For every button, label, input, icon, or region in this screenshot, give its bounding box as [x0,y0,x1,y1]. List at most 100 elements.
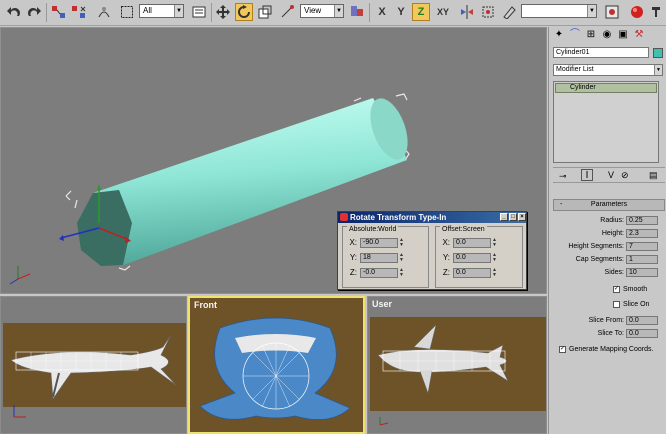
radius-field[interactable]: 0.25 [626,215,658,225]
abs-y-field[interactable]: 18 [360,252,398,263]
undo-icon[interactable] [6,3,22,21]
off-y-spinner[interactable]: ▲ ▼ [492,252,497,263]
off-x-spinner[interactable]: ▲ ▼ [492,237,497,248]
display-tab-icon[interactable]: ▣ [616,28,630,42]
selection-filter-value: All [143,6,152,15]
create-tab-icon[interactable]: ✦ [552,28,566,42]
rotate-transform-type-in-dialog[interactable]: Rotate Transform Type-In _ □ × Absolute:… [337,211,527,290]
parameters-rollout-title: Parameters [590,201,628,208]
off-z-field[interactable]: 0.0 [453,267,491,278]
dialog-title: Rotate Transform Type-In [350,213,447,222]
configure-modifier-sets-icon[interactable]: ▤ [649,170,658,181]
modify-tab-icon[interactable]: ⌒ [568,28,582,42]
chevron-down-icon: ▼ [174,5,183,17]
absolute-world-group: Absolute:World X: -90.0 ▲ ▼ Y: 18 ▲ ▼ Z: -… [342,226,429,288]
slice-to-field[interactable]: 0.0 [626,328,658,338]
max-app-icon [340,213,348,221]
off-x-field[interactable]: 0.0 [453,237,491,248]
restrict-z-button[interactable]: Z [412,3,430,21]
stack-item-cylinder[interactable]: Cylinder [555,83,657,93]
off-y-field[interactable]: 0.0 [453,252,491,263]
select-and-link-icon[interactable] [50,3,68,21]
unlink-selection-icon[interactable] [70,3,88,21]
motion-tab-icon[interactable]: ◉ [600,28,614,42]
modifier-stack[interactable]: Cylinder [553,81,659,163]
top-viewport[interactable] [0,296,187,434]
select-manipulate-icon[interactable] [278,3,296,21]
stack-toolbar: ⊸ I V ⊘ ▤ [553,167,665,183]
select-region-icon[interactable] [118,3,136,21]
restrict-xy-button[interactable]: XY [433,3,453,21]
shark-front-view [199,317,351,420]
sides-field[interactable]: 10 [626,267,658,277]
render-scene-icon[interactable] [628,3,646,21]
slice-on-checkbox[interactable] [613,300,620,308]
pin-stack-icon[interactable]: ⊸ [559,171,567,182]
quick-render-icon[interactable] [648,3,664,21]
height-label: Height: [601,229,624,237]
smooth-label: Smooth [623,285,648,293]
utilities-tab-icon[interactable]: ⚒ [632,28,646,42]
sides-label: Sides: [604,268,624,276]
generate-mapping-option[interactable]: ✓ Generate Mapping Coords. [553,344,665,354]
select-and-rotate-icon[interactable] [235,3,253,21]
cap-segments-field[interactable]: 1 [626,254,658,264]
select-and-scale-icon[interactable] [256,3,274,21]
chevron-down-icon: ▼ [654,65,662,75]
abs-x-field[interactable]: -90.0 [360,237,398,248]
off-z-spinner[interactable]: ▲ ▼ [492,267,497,278]
abs-y-spinner[interactable]: ▲ ▼ [399,252,404,263]
object-name-field[interactable]: Cylinder01 [553,47,649,58]
radius-label: Radius: [600,216,624,224]
abs-z-spinner[interactable]: ▲ ▼ [399,267,404,278]
absolute-world-label: Absolute:World [347,226,399,233]
maximize-icon[interactable]: □ [509,213,517,221]
height-field[interactable]: 2.3 [626,228,658,238]
height-segments-field[interactable]: 7 [626,241,658,251]
abs-z-field[interactable]: -0.0 [360,267,398,278]
close-icon[interactable]: × [518,213,526,221]
object-color-swatch[interactable] [653,48,663,58]
generate-mapping-checkbox[interactable]: ✓ [559,345,566,353]
redo-icon[interactable] [26,3,42,21]
parameters-rollout-header[interactable]: - Parameters [553,199,665,211]
smooth-checkbox[interactable]: ✓ [613,285,620,293]
smooth-option[interactable]: ✓ Smooth [553,284,665,294]
named-selection-set-dropdown[interactable]: ▼ [521,4,597,18]
modifier-list-dropdown[interactable]: Modifier List ▼ [553,64,663,76]
select-and-move-icon[interactable] [214,3,232,21]
front-viewport[interactable]: Front [188,296,365,434]
remove-modifier-icon[interactable]: ⊘ [621,170,629,181]
use-pivot-center-icon[interactable] [348,3,366,21]
off-z-label: Z: [442,268,450,277]
hierarchy-tab-icon[interactable]: ⊞ [584,28,598,42]
off-x-label: X: [442,238,450,247]
named-selection-edit-icon[interactable] [500,3,518,21]
minimize-icon[interactable]: _ [500,213,508,221]
user-viewport[interactable]: User [367,296,547,434]
world-axis-tripod [9,266,31,285]
reference-coordinate-value: View [304,6,322,15]
off-y-label: Y: [442,253,450,262]
selection-filter-dropdown[interactable]: All ▼ [139,4,184,18]
modifier-list-value: Modifier List [556,66,594,73]
dialog-titlebar[interactable]: Rotate Transform Type-In _ □ × [338,212,526,223]
reference-coordinate-dropdown[interactable]: View ▼ [300,4,344,18]
abs-x-label: X: [349,238,357,247]
slice-from-field[interactable]: 0.0 [626,315,658,325]
abs-x-spinner[interactable]: ▲ ▼ [399,237,404,248]
height-segments-label: Height Segments: [568,242,624,250]
restrict-y-button[interactable]: Y [393,3,409,21]
main-toolbar: All ▼ View ▼ X Y Z XY ▼ [0,0,666,26]
abs-z-label: Z: [349,268,357,277]
mirror-icon[interactable] [458,3,476,21]
material-editor-icon[interactable] [604,3,620,21]
show-end-result-icon[interactable]: I [581,169,593,181]
max-application: All ▼ View ▼ X Y Z XY ▼ Rotate Transform… [0,0,666,434]
select-by-name-icon[interactable] [190,3,208,21]
align-icon[interactable] [479,3,497,21]
make-unique-icon[interactable]: V [608,170,614,180]
bind-space-warp-icon[interactable] [96,3,112,21]
restrict-x-button[interactable]: X [374,3,390,21]
slice-on-option[interactable]: Slice On [553,299,665,309]
